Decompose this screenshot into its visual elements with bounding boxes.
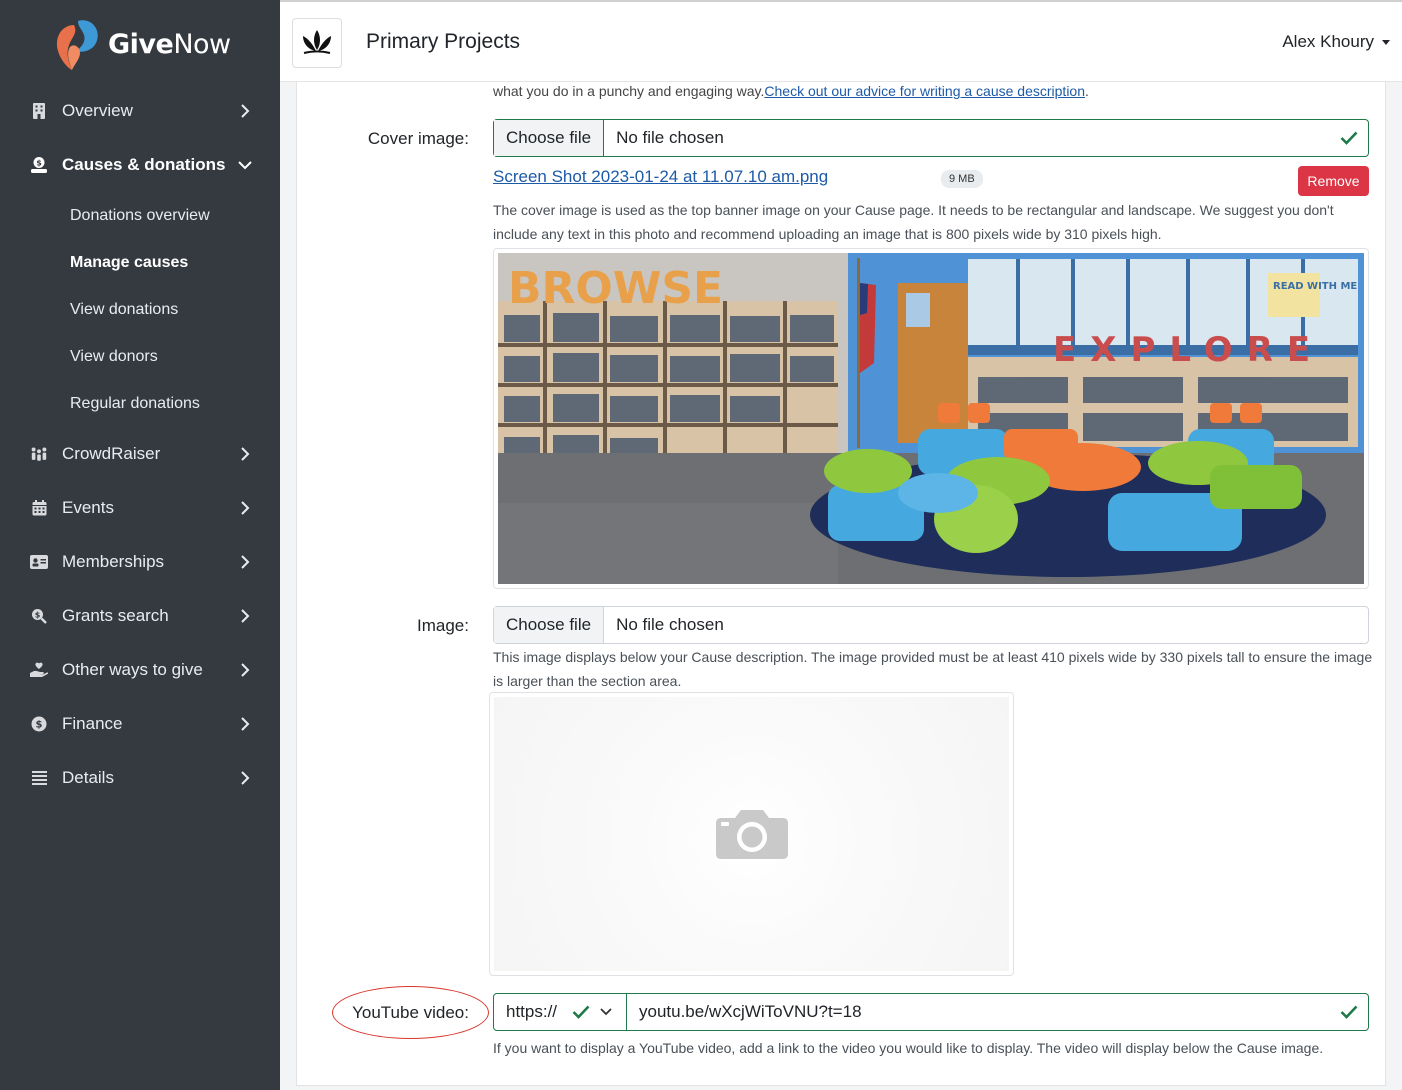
- remove-cover-button[interactable]: Remove: [1298, 166, 1369, 196]
- chevron-right-icon: [241, 717, 250, 731]
- sidebar-subitem-view-donations[interactable]: View donations: [0, 286, 280, 333]
- caret-down-icon: [1382, 39, 1390, 45]
- search-dollar-icon: $: [30, 607, 48, 625]
- check-icon: [1340, 1005, 1368, 1019]
- cover-photo-library: BROWSE EXPLORE READ WITH ME: [498, 253, 1364, 584]
- list-icon: [30, 769, 48, 787]
- protocol-value: https://: [506, 1002, 558, 1021]
- dollar-icon: $: [30, 715, 48, 733]
- hand-heart-icon: [30, 661, 48, 679]
- sidebar-subitem-regular-donations[interactable]: Regular donations: [0, 380, 280, 427]
- cover-file-link[interactable]: Screen Shot 2023-01-24 at 11.07.10 am.pn…: [493, 167, 828, 187]
- chevron-right-icon: [241, 501, 250, 515]
- cover-image-label: Cover image:: [367, 129, 469, 148]
- sidebar-item-finance[interactable]: $ Finance: [0, 697, 280, 751]
- youtube-input-group: https:// youtu.be/wXcjWiToVNU?t=18: [493, 993, 1369, 1031]
- people-icon: [30, 445, 48, 463]
- sidebar-item-grants-search[interactable]: $ Grants search: [0, 589, 280, 643]
- image-file-input[interactable]: Choose file No file chosen: [493, 606, 1369, 644]
- sidebar-item-label: CrowdRaiser: [62, 444, 161, 463]
- logo-text: GiveNow: [108, 28, 231, 60]
- svg-text:$: $: [36, 720, 43, 731]
- chevron-down-icon: [238, 161, 252, 170]
- youtube-url-value: youtu.be/wXcjWiToVNU?t=18: [639, 1002, 862, 1021]
- cover-image-help: The cover image is used as the top banne…: [493, 202, 1334, 242]
- user-menu[interactable]: Alex Khoury: [1282, 32, 1390, 52]
- chevron-right-icon: [241, 447, 250, 461]
- sidebar-item-label: Overview: [62, 101, 133, 120]
- org-name: Primary Projects: [366, 30, 521, 53]
- check-icon: [1340, 120, 1368, 156]
- donation-icon: $: [30, 156, 48, 174]
- givenow-logo[interactable]: GiveNow: [52, 16, 231, 72]
- id-card-icon: [30, 553, 48, 571]
- cause-description-advice-link[interactable]: Check out our advice for writing a cause…: [764, 83, 1085, 99]
- sidebar-item-causes-donations[interactable]: $ Causes & donations: [0, 138, 280, 192]
- chevron-right-icon: [241, 663, 250, 677]
- sidebar-subitem-donations-overview[interactable]: Donations overview: [0, 192, 280, 239]
- sidebar-item-label: Causes & donations: [62, 155, 226, 174]
- sidebar-item-memberships[interactable]: Memberships: [0, 535, 280, 589]
- sidebar: GiveNow Overview $ Causes & donations Do…: [0, 0, 280, 1090]
- top-bar: Primary Projects Alex Khoury: [280, 0, 1402, 82]
- protocol-select[interactable]: https://: [493, 993, 627, 1031]
- cover-file-status: No file chosen: [616, 128, 724, 147]
- image-placeholder: [489, 692, 1014, 976]
- sidebar-item-events[interactable]: Events: [0, 481, 280, 535]
- sidebar-item-other-ways-to-give[interactable]: Other ways to give: [0, 643, 280, 697]
- sidebar-item-label: Finance: [62, 714, 123, 733]
- sidebar-item-label: Events: [62, 498, 114, 517]
- sidebar-item-label: Details: [62, 768, 114, 787]
- building-icon: [30, 102, 48, 120]
- chevron-right-icon: [241, 104, 250, 118]
- image-help: This image displays below your Cause des…: [493, 649, 1373, 689]
- chevron-down-icon: [600, 1008, 612, 1016]
- image-file-status: No file chosen: [616, 615, 724, 634]
- heart-logo-icon: [56, 20, 98, 70]
- cover-choose-file-button[interactable]: Choose file: [494, 120, 605, 156]
- explore-letters: EXPLORE: [1053, 330, 1324, 370]
- sidebar-item-label: Other ways to give: [62, 660, 203, 679]
- cover-image-file-input[interactable]: Choose file No file chosen: [493, 119, 1369, 157]
- sidebar-item-crowdraiser[interactable]: CrowdRaiser: [0, 427, 280, 481]
- annotation-highlight-oval: [332, 986, 489, 1039]
- file-size-badge: 9 MB: [941, 170, 983, 188]
- image-label: Image:: [417, 616, 469, 635]
- sidebar-subitem-view-donors[interactable]: View donors: [0, 333, 280, 380]
- sidebar-nav: Overview $ Causes & donations Donations …: [0, 84, 280, 805]
- svg-text:$: $: [36, 159, 42, 168]
- description-help-text: what you do in a punchy and engaging way…: [493, 83, 1089, 99]
- lotus-logo-icon: [303, 30, 331, 54]
- user-name: Alex Khoury: [1282, 32, 1374, 51]
- chevron-right-icon: [241, 609, 250, 623]
- sidebar-item-overview[interactable]: Overview: [0, 84, 280, 138]
- sidebar-item-label: Grants search: [62, 606, 169, 625]
- browse-letters: BROWSE: [508, 263, 723, 314]
- youtube-url-input[interactable]: youtu.be/wXcjWiToVNU?t=18: [627, 993, 1369, 1031]
- sidebar-subitem-manage-causes[interactable]: Manage causes: [0, 239, 280, 286]
- check-icon: [572, 1005, 590, 1019]
- chevron-right-icon: [241, 555, 250, 569]
- camera-icon: [715, 810, 788, 859]
- read-sign: READ WITH ME: [1273, 281, 1357, 292]
- org-logo[interactable]: [292, 18, 342, 68]
- calendar-icon: [30, 499, 48, 517]
- svg-text:$: $: [35, 611, 41, 620]
- chevron-right-icon: [241, 771, 250, 785]
- image-choose-file-button[interactable]: Choose file: [494, 607, 605, 643]
- sidebar-item-details[interactable]: Details: [0, 751, 280, 805]
- cover-image-preview: BROWSE EXPLORE READ WITH ME: [493, 248, 1369, 589]
- youtube-help: If you want to display a YouTube video, …: [493, 1040, 1324, 1056]
- sidebar-item-label: Memberships: [62, 552, 165, 571]
